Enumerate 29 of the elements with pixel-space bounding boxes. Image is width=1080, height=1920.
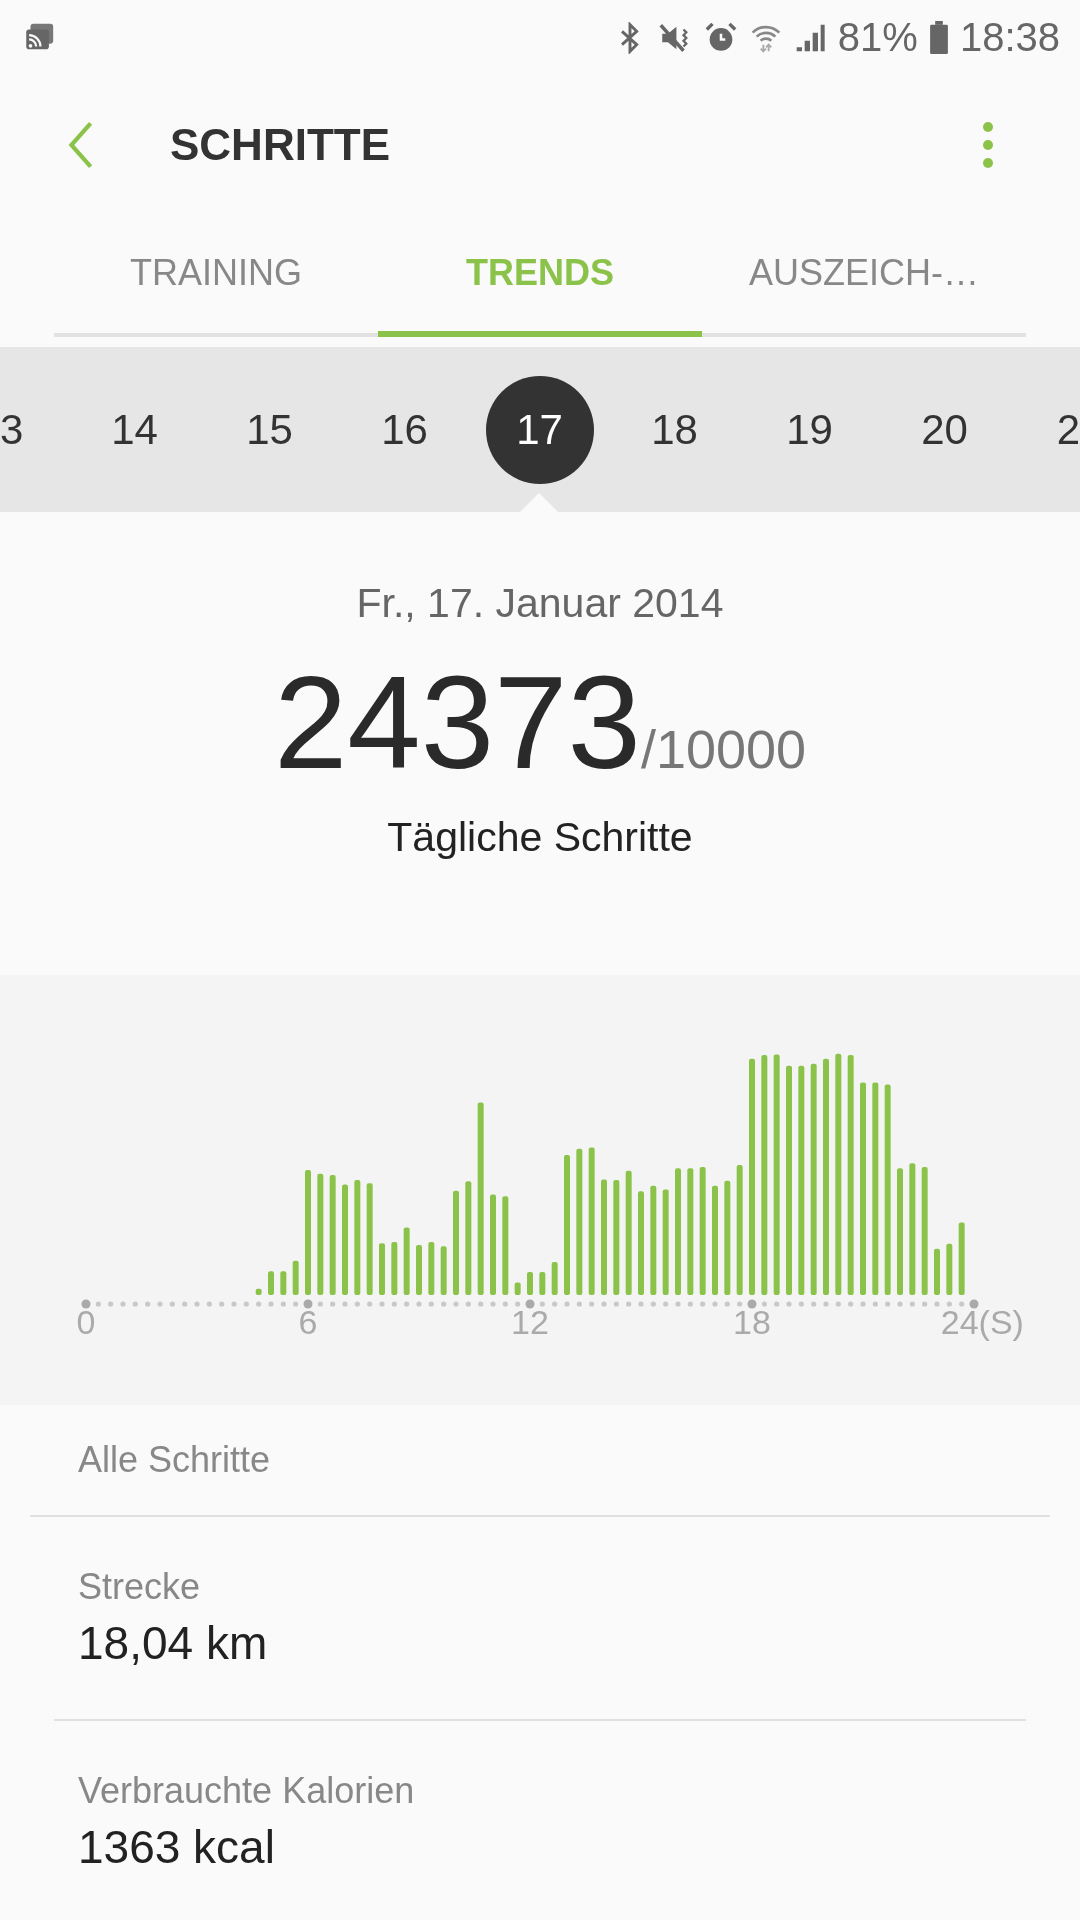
axis-label: 24(S) [940, 1303, 1024, 1342]
stat-label: Verbrauchte Kalorien [78, 1770, 416, 1812]
stat-value: 1363 kcal [78, 1820, 276, 1874]
day-number[interactable]: 19 [786, 405, 833, 454]
step-count: 24373 [273, 648, 641, 798]
clock: 18:38 [959, 15, 1060, 60]
more-options-icon[interactable] [982, 121, 994, 169]
battery-percent: 81% [837, 15, 918, 60]
day-number[interactable]: 15 [246, 405, 293, 454]
day-number[interactable]: 20 [921, 405, 968, 454]
stat-label: Alle Schritte [78, 1439, 272, 1481]
axis-label: 6 [298, 1303, 318, 1342]
screen-title: SCHRITTE [170, 120, 391, 170]
day-number[interactable]: 14 [111, 405, 158, 454]
stat-label: Strecke [78, 1566, 202, 1608]
axis-label: 12 [511, 1303, 549, 1342]
day-number[interactable]: 16 [381, 405, 428, 454]
step-goal: /10000 [640, 718, 807, 780]
steps-caption: Tägliche Schritte [387, 814, 693, 861]
day-number[interactable]: 3 [0, 405, 24, 454]
axis-label: 0 [76, 1303, 96, 1342]
back-icon[interactable] [68, 121, 94, 169]
day-number[interactable]: 2 [1056, 405, 1080, 454]
axis-label: 18 [733, 1303, 771, 1342]
battery-icon [929, 21, 948, 54]
stat-value: 18,04 km [78, 1616, 269, 1670]
date-label: Fr., 17. Januar 2014 [356, 580, 724, 627]
day-number[interactable]: 17 [485, 375, 594, 484]
day-number[interactable]: 18 [651, 405, 698, 454]
